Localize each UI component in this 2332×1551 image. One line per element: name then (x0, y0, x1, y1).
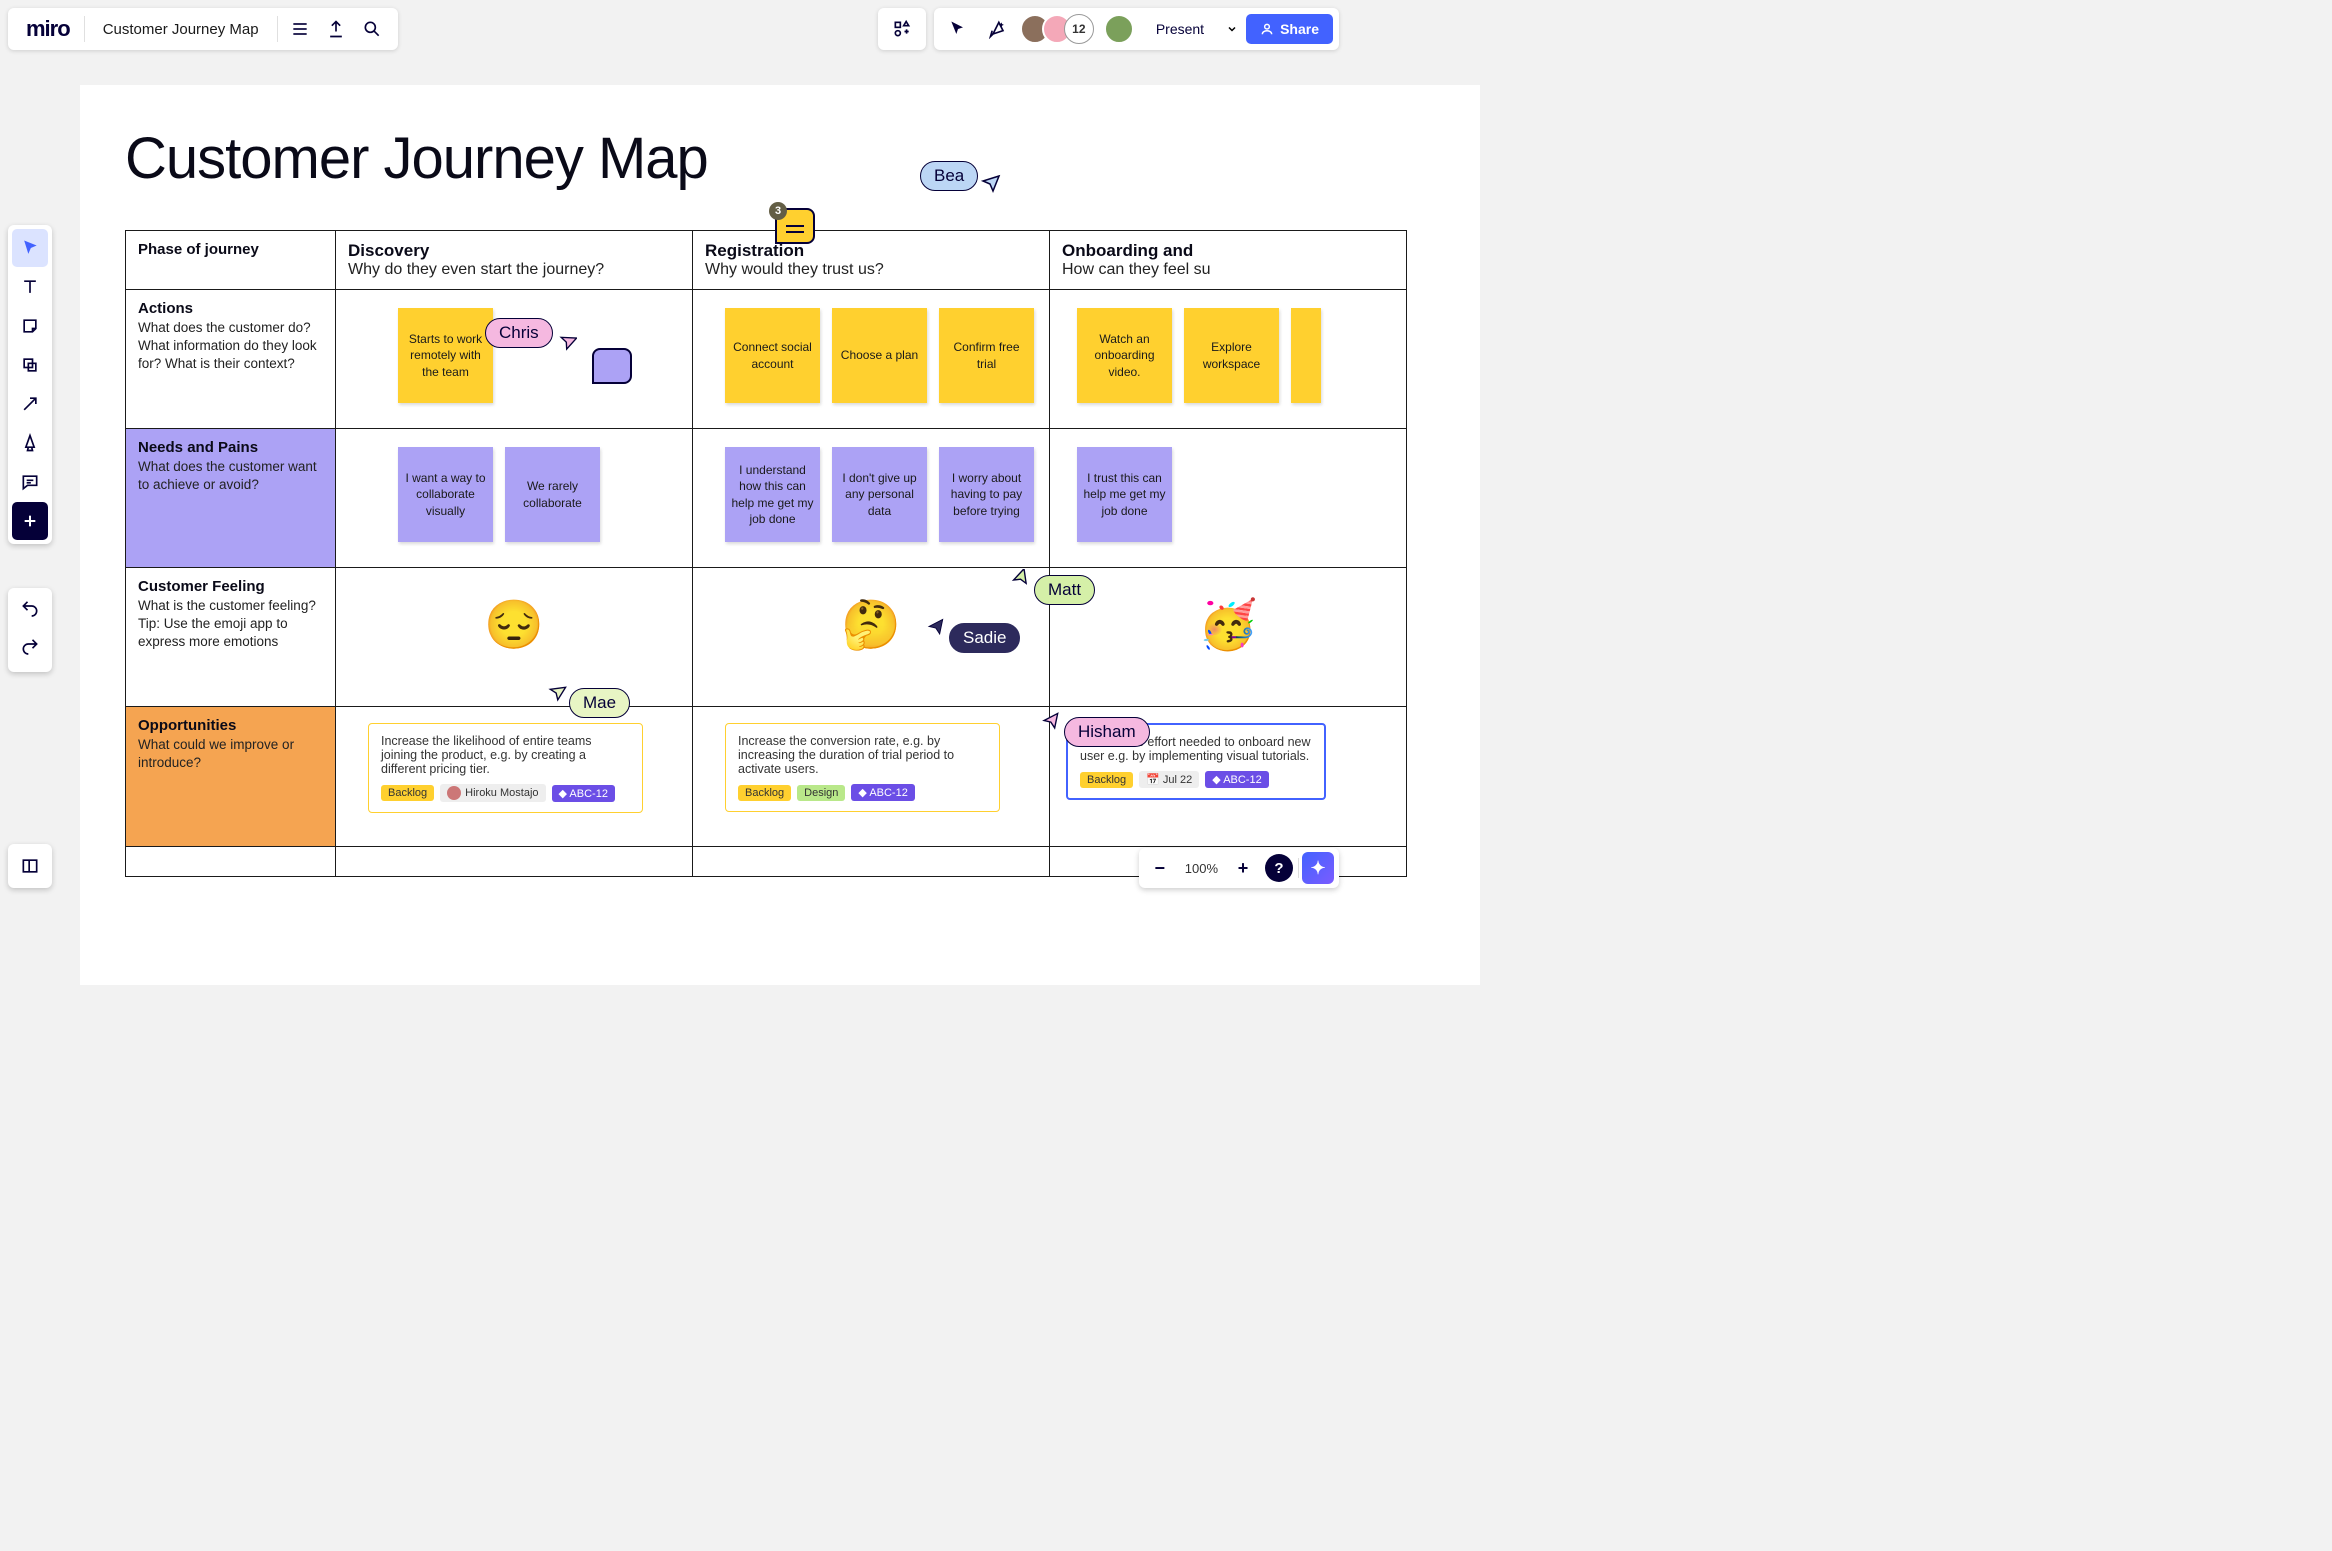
apps-icon (884, 11, 920, 47)
tag-ticket[interactable]: ◆ ABC-12 (1205, 771, 1268, 788)
tag-backlog[interactable]: Backlog (1080, 772, 1133, 788)
search-icon[interactable] (354, 11, 390, 47)
comment-thread[interactable] (592, 348, 632, 384)
panel-icon (20, 856, 40, 876)
tag-backlog[interactable]: Backlog (738, 785, 791, 801)
tag-design[interactable]: Design (797, 785, 845, 801)
comment-count-badge: 3 (769, 202, 787, 220)
share-label: Share (1280, 21, 1319, 37)
row-sub: What is the customer feeling? Tip: Use t… (138, 597, 323, 652)
arrow-tool[interactable] (12, 385, 48, 423)
sticky-note[interactable]: Starts to work remotely with the team (398, 308, 493, 403)
zoom-out-button[interactable]: − (1143, 851, 1177, 885)
col-sub: How can they feel su (1062, 261, 1394, 279)
avatar-self[interactable] (1104, 14, 1134, 44)
sticky-note[interactable]: We rarely collaborate (505, 447, 600, 542)
emoji[interactable]: 😔 (348, 578, 680, 696)
sticky-note[interactable]: Confirm free trial (939, 308, 1034, 403)
card-text: Reduce the effort needed to onboard new … (1080, 735, 1312, 763)
col-sub: Why would they trust us? (705, 261, 1037, 279)
divider (1298, 858, 1299, 878)
sticky-note[interactable]: I worry about having to pay before tryin… (939, 447, 1034, 542)
col-title: Registration (705, 241, 1037, 261)
board-heading[interactable]: Customer Journey Map (80, 85, 1480, 192)
zoom-in-button[interactable]: + (1226, 851, 1260, 885)
present-button[interactable]: Present (1142, 21, 1218, 37)
undo-redo-toolbar (8, 588, 52, 672)
opportunity-card[interactable]: Reduce the effort needed to onboard new … (1066, 723, 1326, 800)
sticky-note[interactable]: Watch an onboarding video. (1077, 308, 1172, 403)
panel-toggle-button[interactable] (8, 844, 52, 888)
card-text: Increase the likelihood of entire teams … (381, 734, 630, 776)
sticky-note[interactable]: Connect social account (725, 308, 820, 403)
reactions-icon[interactable] (980, 11, 1016, 47)
tag-date[interactable]: 📅 Jul 22 (1139, 771, 1199, 788)
divider (277, 16, 278, 42)
divider (84, 16, 85, 42)
person-icon (1260, 22, 1274, 36)
sticky-note[interactable]: I understand how this can help me get my… (725, 447, 820, 542)
present-chevron-icon[interactable] (1222, 23, 1242, 35)
menu-icon[interactable] (282, 11, 318, 47)
card-text: Increase the conversion rate, e.g. by in… (738, 734, 987, 776)
select-tool[interactable] (12, 229, 48, 267)
row-title: Customer Feeling (138, 578, 323, 595)
sticky-note[interactable] (1291, 308, 1321, 403)
row-title: Opportunities (138, 717, 323, 734)
row-title: Actions (138, 300, 323, 317)
collab-toolbar: 12 Present Share (934, 8, 1339, 50)
sticky-note[interactable]: I trust this can help me get my job done (1077, 447, 1172, 542)
comment-lines-icon (786, 225, 804, 227)
topbar-left: miro Customer Journey Map (8, 8, 398, 50)
left-toolbar (8, 225, 52, 544)
sticky-note[interactable]: Choose a plan (832, 308, 927, 403)
sparkle-icon: ✦ (1302, 852, 1334, 884)
zoom-level[interactable]: 100% (1179, 861, 1224, 876)
journey-table[interactable]: Phase of journey DiscoveryWhy do they ev… (125, 230, 1407, 877)
col-title: Onboarding and (1062, 241, 1394, 261)
sticky-tool[interactable] (12, 307, 48, 345)
pen-tool[interactable] (12, 424, 48, 462)
export-icon[interactable] (318, 11, 354, 47)
avatar-stack[interactable]: 12 (1020, 14, 1094, 44)
add-tool[interactable] (12, 502, 48, 540)
emoji[interactable]: 🥳 (1062, 578, 1394, 696)
zoom-bar: − 100% + ? ✦ (1139, 848, 1339, 888)
row-title: Needs and Pains (138, 439, 323, 456)
ai-button[interactable]: ✦ (1301, 851, 1335, 885)
comment-thread[interactable]: 3 (775, 208, 815, 244)
emoji[interactable]: 🤔 (705, 578, 1037, 696)
logo[interactable]: miro (16, 16, 80, 42)
board-title[interactable]: Customer Journey Map (89, 21, 273, 38)
comment-tool[interactable] (12, 463, 48, 501)
undo-button[interactable] (12, 592, 48, 630)
avatar-count: 12 (1064, 14, 1094, 44)
row-sub: What could we improve or introduce? (138, 736, 323, 772)
col-title: Discovery (348, 241, 680, 261)
phase-header: Phase of journey (138, 241, 323, 258)
sticky-note[interactable]: Explore workspace (1184, 308, 1279, 403)
sticky-note[interactable]: I don't give up any personal data (832, 447, 927, 542)
tag-person[interactable]: Hiroku Mostajo (440, 784, 545, 802)
help-button[interactable]: ? (1262, 851, 1296, 885)
sticky-note[interactable]: I want a way to collaborate visually (398, 447, 493, 542)
opportunity-card[interactable]: Increase the conversion rate, e.g. by in… (725, 723, 1000, 812)
cursor-follow-icon[interactable] (940, 11, 976, 47)
text-tool[interactable] (12, 268, 48, 306)
tag-backlog[interactable]: Backlog (381, 785, 434, 801)
share-button[interactable]: Share (1246, 14, 1333, 44)
tag-ticket[interactable]: ◆ ABC-12 (552, 785, 615, 802)
redo-button[interactable] (12, 630, 48, 668)
apps-button[interactable] (878, 8, 926, 50)
opportunity-card[interactable]: Increase the likelihood of entire teams … (368, 723, 643, 813)
mini-avatar-icon (447, 786, 461, 800)
row-sub: What does the customer want to achieve o… (138, 458, 323, 494)
col-sub: Why do they even start the journey? (348, 261, 680, 279)
help-icon: ? (1265, 854, 1293, 882)
row-sub: What does the customer do? What informat… (138, 319, 323, 374)
shape-tool[interactable] (12, 346, 48, 384)
tag-ticket[interactable]: ◆ ABC-12 (851, 784, 914, 801)
